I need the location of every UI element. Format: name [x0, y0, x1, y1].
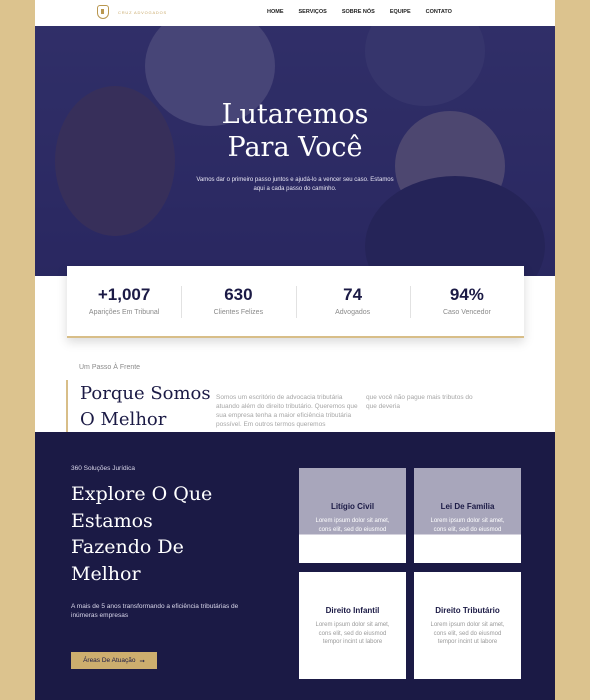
- logo-text[interactable]: CRUZ ADVOGADOS: [118, 10, 167, 15]
- service-card-title: Direito Infantil: [325, 606, 380, 615]
- service-card-litigio-civil[interactable]: Litígio Civil Lorem ipsum dolor sit amet…: [299, 468, 406, 563]
- services-description: A mais de 5 anos transformando a eficiên…: [71, 603, 239, 619]
- stat-label: Clientes Felizes: [213, 309, 264, 316]
- hero-title: Lutaremos Para Você: [35, 98, 555, 164]
- practice-areas-button[interactable]: Áreas De Atuação ➞: [71, 652, 157, 669]
- arrow-right-icon: ➞: [139, 657, 145, 665]
- nav-item-equipe[interactable]: EQUIPE: [390, 9, 411, 15]
- stat-lawyers: 74 Advogados: [295, 266, 410, 336]
- stat-label: Aparições Em Tribunal: [88, 309, 160, 316]
- why-eyebrow: Um Passo À Frente: [79, 364, 141, 371]
- stat-value: 94%: [449, 285, 484, 304]
- services-title-line: Estamos: [71, 509, 153, 532]
- hero-title-line: Para Você: [227, 132, 363, 163]
- stat-happy-clients: 630 Clientes Felizes: [181, 266, 295, 336]
- service-card-direito-tributario[interactable]: Direito Tributário Lorem ipsum dolor sit…: [414, 572, 521, 679]
- service-card-title: Lei De Família: [440, 502, 495, 511]
- stat-court-appearances: +1,007 Aparições Em Tribunal: [67, 266, 181, 336]
- main-nav: HOME SERVIÇOS SOBRE NÓS EQUIPE CONTATO: [267, 9, 467, 15]
- why-paragraph: Somos um escritório de advocacia tributá…: [216, 394, 358, 428]
- why-title-line: O Melhor: [80, 409, 167, 430]
- stats-panel: +1,007 Aparições Em Tribunal 630 Cliente…: [67, 266, 524, 338]
- stat-value: 630: [224, 285, 253, 304]
- landing-page: CRUZ ADVOGADOS HOME SERVIÇOS SOBRE NÓS E…: [35, 0, 555, 700]
- service-card-title: Direito Tributário: [435, 606, 500, 615]
- services-eyebrow: 360 Soluções Jurídica: [71, 465, 135, 472]
- service-card-lei-de-familia[interactable]: Lei De Família Lorem ipsum dolor sit ame…: [414, 468, 521, 563]
- hero-banner: Lutaremos Para Você Vamos dar o primeiro…: [35, 26, 555, 276]
- service-card-direito-infantil[interactable]: Direito Infantil Lorem ipsum dolor sit a…: [299, 572, 406, 679]
- why-title: Porque Somos O Melhor: [80, 381, 211, 433]
- nav-item-contato[interactable]: CONTATO: [426, 9, 452, 15]
- services-title-line: Melhor: [71, 562, 141, 585]
- services-title: Explore O Que Estamos Fazendo De Melhor: [71, 481, 271, 587]
- service-card-text: Lorem ipsum dolor sit amet, cons elit, s…: [430, 622, 505, 645]
- service-card-text: Lorem ipsum dolor sit amet, cons elit, s…: [430, 518, 505, 533]
- services-section: 360 Soluções Jurídica Explore O Que Esta…: [35, 432, 555, 700]
- stat-value: +1,007: [97, 285, 151, 304]
- top-navigation-bar: CRUZ ADVOGADOS HOME SERVIÇOS SOBRE NÓS E…: [35, 0, 555, 26]
- service-card-text: Lorem ipsum dolor sit amet, cons elit, s…: [315, 518, 390, 533]
- service-card-text: Lorem ipsum dolor sit amet, cons elit, s…: [315, 622, 390, 645]
- practice-areas-button-label: Áreas De Atuação: [83, 657, 136, 664]
- services-title-line: Fazendo De: [71, 536, 184, 558]
- stat-label: Caso Vencedor: [442, 309, 491, 316]
- why-title-line: Porque Somos: [80, 383, 211, 404]
- hero-subtitle: Vamos dar o primeiro passo juntos e ajud…: [196, 177, 394, 192]
- nav-item-sobre-nos[interactable]: SOBRE NÓS: [342, 9, 375, 15]
- stat-winning-cases: 94% Caso Vencedor: [409, 266, 524, 336]
- accent-divider: [66, 380, 68, 432]
- services-title-line: Explore O Que: [71, 483, 213, 505]
- service-card-title: Litígio Civil: [330, 502, 375, 511]
- hero-title-line: Lutaremos: [221, 99, 369, 130]
- nav-item-home[interactable]: HOME: [267, 9, 284, 15]
- why-paragraph: que você não pague mais tributos do que …: [366, 394, 473, 410]
- nav-item-servicos[interactable]: SERVIÇOS: [299, 9, 327, 15]
- stat-value: 74: [343, 285, 363, 304]
- shield-logo-icon[interactable]: [97, 5, 109, 19]
- stat-label: Advogados: [335, 309, 371, 316]
